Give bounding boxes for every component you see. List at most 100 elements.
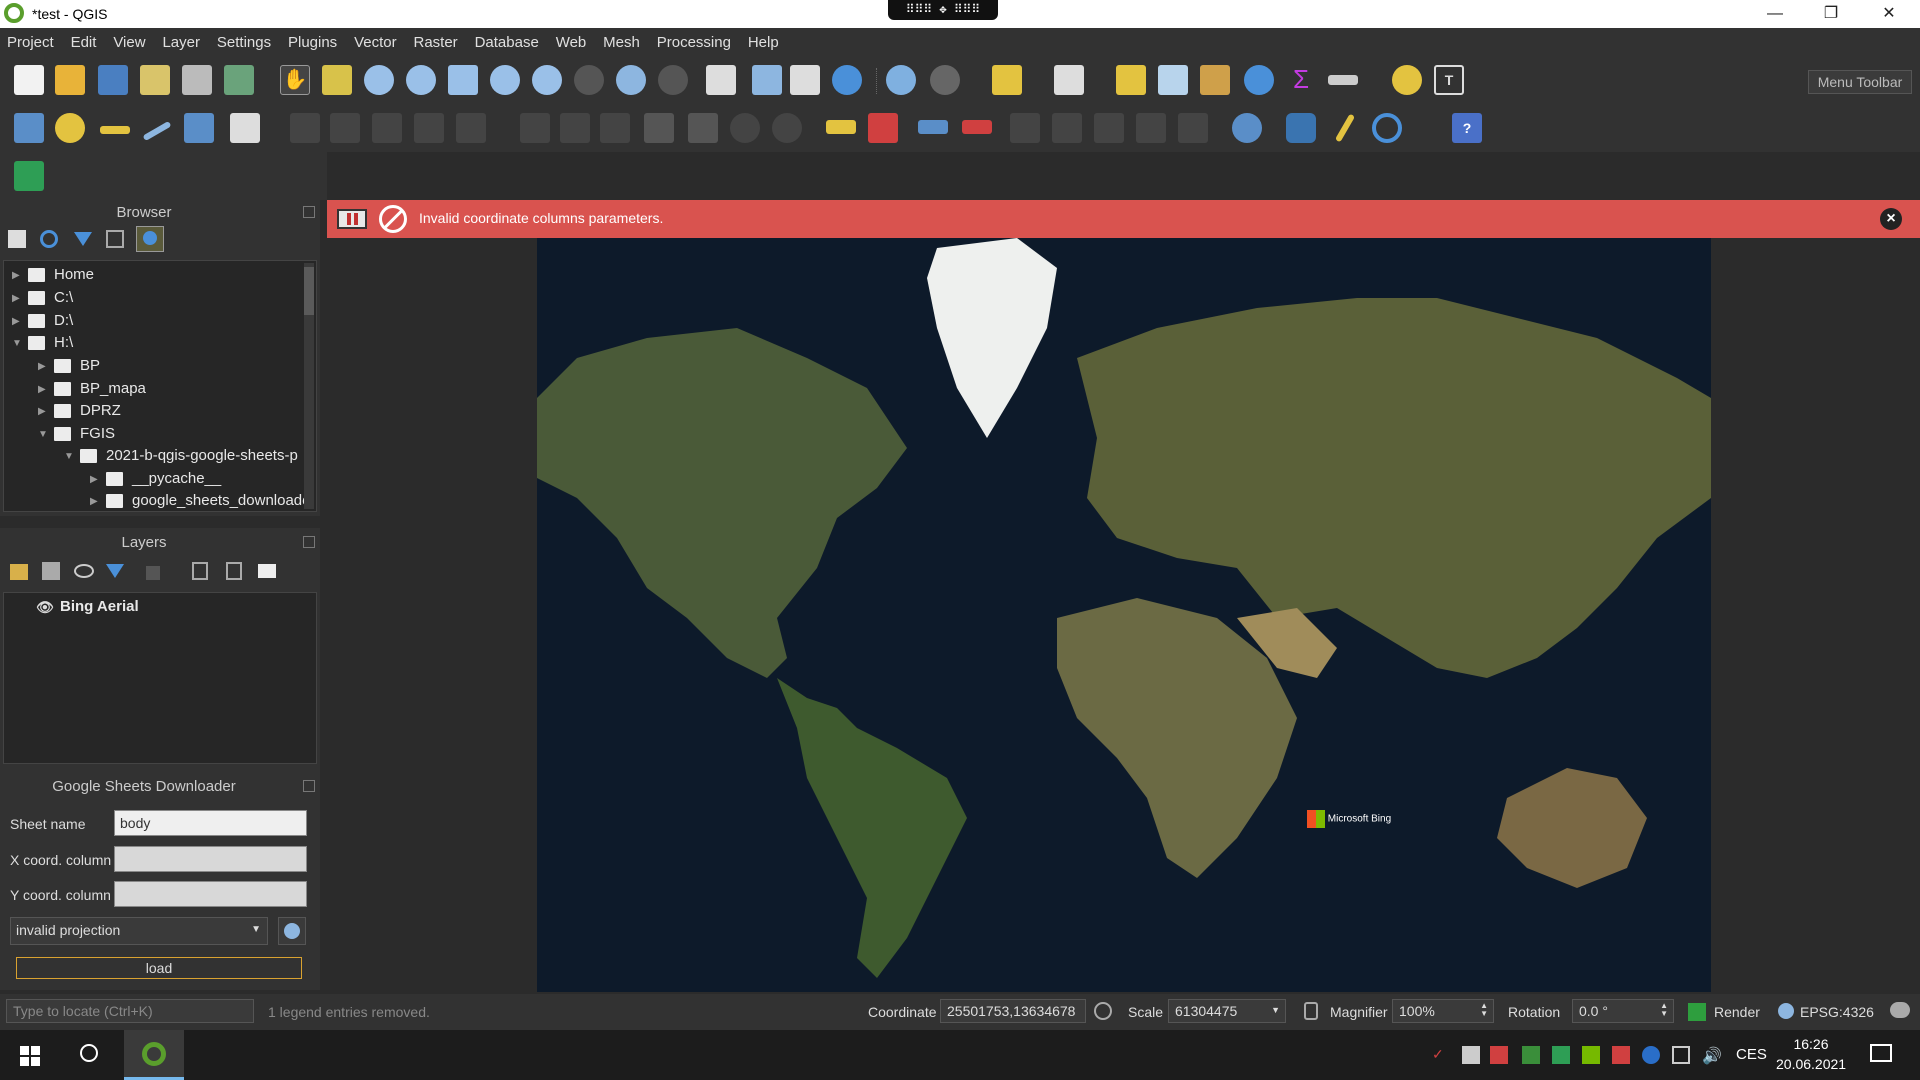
new-bookmark-icon[interactable] bbox=[752, 65, 782, 95]
tray-speaker-alert-icon[interactable] bbox=[1490, 1046, 1508, 1064]
metasearch-icon[interactable] bbox=[1232, 113, 1262, 143]
plugin-dock-close-icon[interactable] bbox=[303, 780, 315, 792]
filter-browser-icon[interactable] bbox=[74, 232, 92, 246]
lock-scale-icon[interactable] bbox=[1304, 1002, 1318, 1020]
print-layout-icon[interactable] bbox=[182, 65, 212, 95]
minimize-button[interactable]: — bbox=[1752, 0, 1798, 28]
zoom-next-icon[interactable] bbox=[658, 65, 688, 95]
restore-button[interactable]: ❐ bbox=[1808, 0, 1854, 28]
save-edits-icon[interactable] bbox=[372, 113, 402, 143]
show-hide-labels-icon[interactable] bbox=[1010, 113, 1040, 143]
map-tips-icon[interactable] bbox=[1392, 65, 1422, 95]
tray-windows-icon[interactable] bbox=[1522, 1046, 1540, 1064]
cut-icon[interactable] bbox=[600, 113, 630, 143]
pin-labels-icon[interactable] bbox=[962, 120, 992, 134]
statistics-icon[interactable]: Σ bbox=[1286, 65, 1316, 95]
field-calculator-icon[interactable] bbox=[1200, 65, 1230, 95]
zoom-selection-icon[interactable] bbox=[490, 65, 520, 95]
refresh-browser-icon[interactable] bbox=[40, 230, 58, 248]
windows-start-icon[interactable] bbox=[20, 1046, 40, 1066]
zoom-native-icon[interactable] bbox=[574, 65, 604, 95]
edit-pencil-icon[interactable] bbox=[290, 113, 320, 143]
expand-all-icon[interactable] bbox=[192, 562, 208, 580]
rotation-spinbox[interactable]: 0.0 ° ▲ ▼ bbox=[1572, 999, 1674, 1023]
menu-web[interactable]: Web bbox=[549, 28, 593, 51]
label-properties-icon[interactable] bbox=[1178, 113, 1208, 143]
open-project-icon[interactable] bbox=[55, 65, 85, 95]
search-icon[interactable] bbox=[80, 1044, 98, 1062]
map-canvas[interactable]: Microsoft Bing bbox=[327, 238, 1920, 992]
highlight-labels-icon[interactable] bbox=[918, 120, 948, 134]
move-label-icon[interactable] bbox=[1052, 113, 1082, 143]
y-coord-input[interactable] bbox=[114, 881, 307, 907]
save-project-icon[interactable] bbox=[98, 65, 128, 95]
browser-dock-close-icon[interactable] bbox=[303, 206, 315, 218]
menu-database[interactable]: Database bbox=[468, 28, 545, 51]
rotate-label-icon[interactable] bbox=[1094, 113, 1124, 143]
attribute-table-icon[interactable] bbox=[1158, 65, 1188, 95]
actions-icon[interactable] bbox=[930, 65, 960, 95]
new-line-layer-icon[interactable] bbox=[142, 120, 172, 142]
google-sheets-plugin-icon[interactable] bbox=[14, 161, 44, 191]
menu-help[interactable]: Help bbox=[741, 28, 785, 51]
refresh-icon[interactable] bbox=[832, 65, 862, 95]
add-group-icon[interactable] bbox=[42, 562, 60, 580]
refresh-plugin-icon[interactable] bbox=[1372, 113, 1402, 143]
pause-icon[interactable] bbox=[337, 209, 367, 229]
undo-icon[interactable] bbox=[730, 113, 760, 143]
save-as-icon[interactable] bbox=[140, 65, 170, 95]
notifications-icon[interactable] bbox=[1870, 1044, 1892, 1062]
menu-processing[interactable]: Processing bbox=[650, 28, 737, 51]
layers-dock-close-icon[interactable] bbox=[303, 536, 315, 548]
filter-legend-icon[interactable] bbox=[106, 564, 124, 578]
tray-mail-icon[interactable] bbox=[1612, 1046, 1630, 1064]
new-map-view-icon[interactable] bbox=[706, 65, 736, 95]
help-icon[interactable]: ? bbox=[1452, 113, 1482, 143]
toggle-extents-icon[interactable] bbox=[1094, 1002, 1112, 1020]
crs-label[interactable]: EPSG:4326 bbox=[1800, 1004, 1874, 1020]
layer-diagram-icon[interactable] bbox=[868, 113, 898, 143]
new-polygon-layer-icon[interactable] bbox=[184, 113, 214, 143]
menu-plugins[interactable]: Plugins bbox=[281, 28, 343, 51]
style-manager-icon[interactable] bbox=[224, 65, 254, 95]
show-bookmarks-icon[interactable] bbox=[790, 65, 820, 95]
new-point-layer-icon[interactable] bbox=[100, 126, 130, 134]
add-layer-icon[interactable] bbox=[55, 113, 85, 143]
toolbox-icon[interactable] bbox=[1244, 65, 1274, 95]
tray-nvidia-icon[interactable] bbox=[1582, 1046, 1600, 1064]
tree-item-google-sheets[interactable]: ▶ google_sheets_downloade bbox=[90, 491, 312, 513]
remove-layer-icon[interactable] bbox=[258, 564, 276, 578]
pan-map-icon[interactable]: ✋ bbox=[280, 65, 310, 95]
redo-icon[interactable] bbox=[772, 113, 802, 143]
collapse-all-layers-icon[interactable] bbox=[226, 562, 242, 580]
menu-project[interactable]: Project bbox=[0, 28, 60, 51]
language-indicator[interactable]: CES bbox=[1736, 1046, 1767, 1063]
menu-settings[interactable]: Settings bbox=[210, 28, 277, 51]
new-project-icon[interactable] bbox=[14, 65, 44, 95]
scale-combo[interactable]: 61304475 ▼ bbox=[1168, 999, 1286, 1023]
zoom-last-icon[interactable] bbox=[616, 65, 646, 95]
tray-chevron-icon[interactable]: ✓ bbox=[1432, 1046, 1450, 1064]
select-features-icon[interactable] bbox=[992, 65, 1022, 95]
close-window-button[interactable]: ✕ bbox=[1866, 0, 1912, 28]
text-annotation-icon[interactable]: T bbox=[1434, 65, 1464, 95]
digitize-icon[interactable] bbox=[1334, 113, 1356, 143]
select-by-value-icon[interactable] bbox=[1054, 65, 1084, 95]
collapse-all-icon[interactable] bbox=[106, 230, 124, 248]
measure-icon[interactable] bbox=[1328, 75, 1358, 85]
load-button[interactable]: load bbox=[16, 957, 302, 979]
taskbar-qgis[interactable] bbox=[124, 1030, 184, 1080]
magnifier-spinbox[interactable]: 100% ▲ ▼ bbox=[1392, 999, 1494, 1023]
select-crs-button[interactable] bbox=[278, 917, 306, 945]
coordinate-field[interactable]: 25501753,13634678 bbox=[940, 999, 1086, 1023]
open-layer-styling-icon[interactable] bbox=[10, 564, 28, 580]
tray-skype-icon[interactable] bbox=[1642, 1046, 1660, 1064]
properties-widget-icon[interactable] bbox=[136, 226, 164, 252]
close-message-button[interactable]: × bbox=[1880, 208, 1902, 230]
tray-app-icon[interactable] bbox=[1462, 1046, 1480, 1064]
tray-volume-icon[interactable]: 🔊 bbox=[1702, 1046, 1722, 1065]
python-console-icon[interactable] bbox=[1286, 113, 1316, 143]
zoom-out-icon[interactable] bbox=[406, 65, 436, 95]
change-label-icon[interactable] bbox=[1136, 113, 1166, 143]
menu-raster[interactable]: Raster bbox=[407, 28, 464, 51]
